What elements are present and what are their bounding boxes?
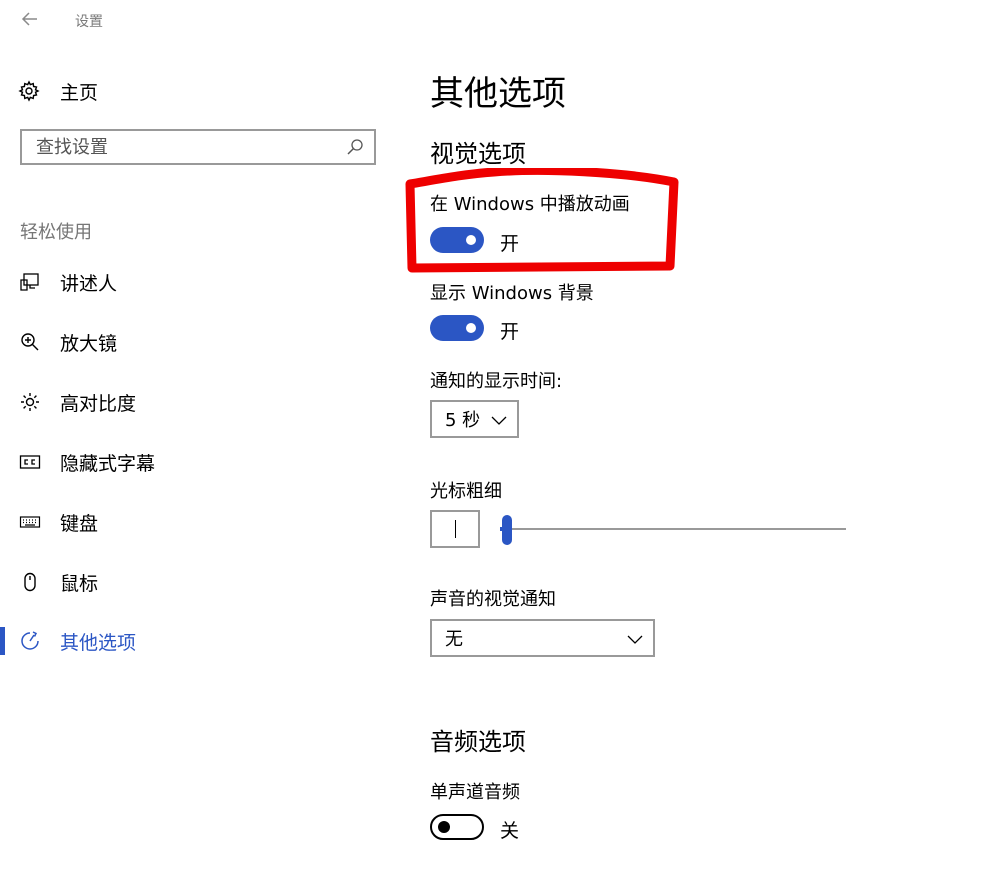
sound-visual-label: 声音的视觉通知 (430, 589, 556, 610)
page-title: 其他选项 (430, 74, 566, 114)
other-options-icon (19, 630, 41, 652)
cursor-thickness-slider-thumb[interactable] (501, 515, 512, 545)
sidebar-item-label: 讲述人 (60, 272, 118, 295)
sidebar-item-high-contrast[interactable]: 高对比度 (0, 380, 390, 424)
show-background-label: 显示 Windows 背景 (430, 283, 594, 304)
search-box[interactable] (20, 129, 376, 165)
notification-time-label: 通知的显示时间: (430, 371, 563, 392)
sidebar-item-label: 鼠标 (60, 572, 99, 595)
sidebar-item-label: 主页 (60, 81, 99, 104)
sound-visual-select[interactable]: 无 (430, 619, 655, 657)
title-bar: 设置 (0, 0, 998, 40)
chevron-down-icon (627, 635, 643, 644)
sidebar-item-other-options[interactable]: 其他选项 (0, 619, 390, 663)
active-indicator (0, 627, 5, 655)
mono-audio-state: 关 (500, 820, 520, 842)
search-input[interactable] (34, 131, 346, 163)
sidebar-item-label: 键盘 (60, 512, 99, 535)
cursor-preview-caret (455, 520, 456, 538)
cursor-thickness-label: 光标粗细 (430, 481, 502, 502)
sidebar-item-closed-captions[interactable]: 隐藏式字幕 (0, 440, 390, 484)
back-button[interactable] (18, 7, 42, 31)
sidebar-item-magnifier[interactable]: 放大镜 (0, 320, 390, 364)
notification-time-select[interactable]: 5 秒 (430, 400, 519, 438)
visual-options-heading: 视觉选项 (430, 140, 526, 168)
annotation-highlight (405, 168, 679, 273)
window-title: 设置 (75, 14, 103, 30)
sidebar-item-label: 其他选项 (60, 631, 137, 654)
mouse-icon (19, 571, 41, 593)
show-background-state: 开 (500, 321, 520, 343)
show-background-toggle[interactable] (430, 315, 484, 341)
sidebar-item-keyboard[interactable]: 键盘 (0, 500, 390, 544)
sound-visual-value: 无 (445, 629, 463, 650)
sidebar-item-label: 放大镜 (60, 332, 118, 355)
cursor-thickness-slider-track[interactable] (500, 528, 846, 530)
section-label: 轻松使用 (20, 222, 92, 243)
sidebar-item-home[interactable]: 主页 (18, 78, 98, 104)
sidebar-item-mouse[interactable]: 鼠标 (0, 560, 390, 604)
keyboard-icon (19, 511, 41, 533)
notification-time-value: 5 秒 (445, 410, 481, 431)
narrator-icon (19, 271, 41, 293)
chevron-down-icon (491, 416, 507, 425)
magnifier-icon (19, 331, 41, 353)
closed-captions-icon (19, 451, 41, 473)
mono-audio-label: 单声道音频 (430, 782, 520, 803)
sidebar-item-label: 隐藏式字幕 (60, 452, 156, 475)
sidebar-item-narrator[interactable]: 讲述人 (0, 260, 390, 304)
search-icon[interactable] (346, 138, 364, 156)
cursor-preview (430, 510, 480, 548)
audio-options-heading: 音频选项 (430, 728, 526, 756)
sidebar-item-label: 高对比度 (60, 392, 137, 415)
brightness-icon (19, 391, 41, 413)
back-arrow-icon (21, 12, 37, 26)
gear-icon (18, 80, 40, 102)
mono-audio-toggle[interactable] (430, 814, 484, 840)
